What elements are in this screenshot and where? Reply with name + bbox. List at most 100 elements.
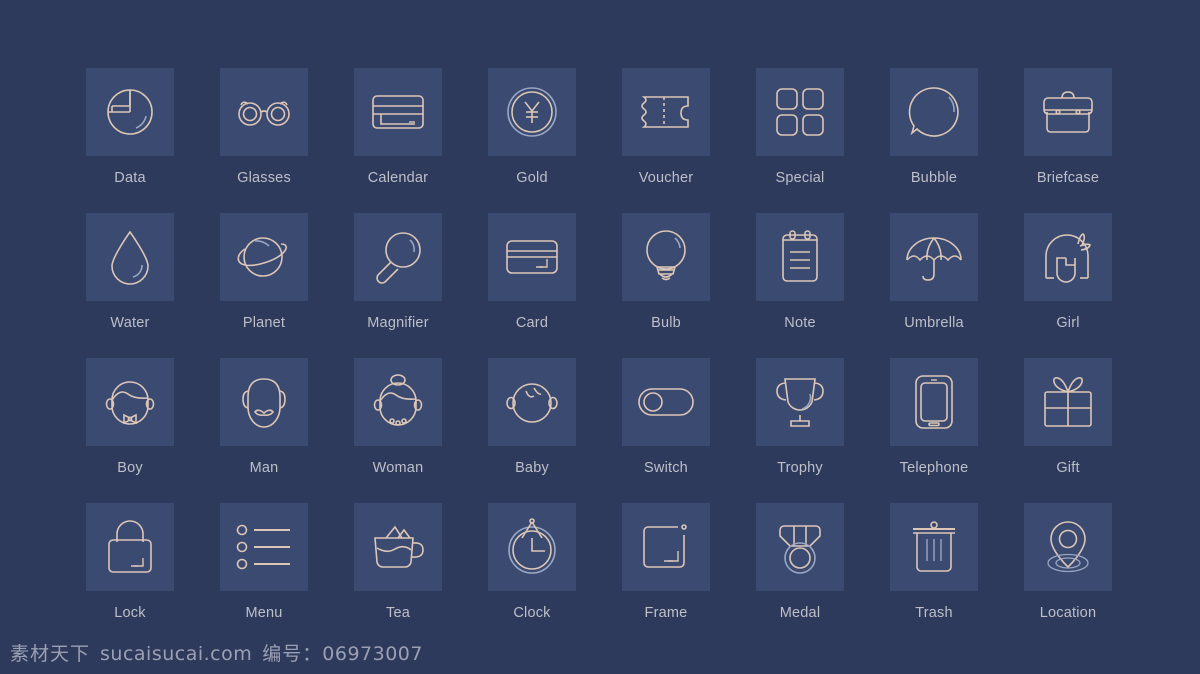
- icon-cell-umbrella[interactable]: Umbrella: [890, 213, 978, 358]
- icon-tile[interactable]: [488, 68, 576, 156]
- icon-label: Water: [110, 315, 150, 331]
- icon-label: Frame: [644, 605, 688, 621]
- icon-cell-calendar[interactable]: Calendar: [354, 68, 442, 213]
- icon-cell-man[interactable]: Man: [220, 358, 308, 503]
- icon-cell-gift[interactable]: Gift: [1024, 358, 1112, 503]
- icon-tile[interactable]: [756, 68, 844, 156]
- watermark-footer: 素材天下 sucaisucai.com 编号：06973007: [10, 639, 423, 666]
- icon-cell-medal[interactable]: Medal: [756, 503, 844, 648]
- icon-label: Switch: [644, 460, 688, 476]
- icon-cell-bulb[interactable]: Bulb: [622, 213, 710, 358]
- icon-cell-tea[interactable]: Tea: [354, 503, 442, 648]
- icon-tile[interactable]: [488, 213, 576, 301]
- icon-tile[interactable]: [890, 358, 978, 446]
- icon-tile[interactable]: [220, 68, 308, 156]
- boy-head-icon: [105, 381, 155, 425]
- icon-label: Telephone: [899, 460, 969, 476]
- icon-cell-trophy[interactable]: Trophy: [756, 358, 844, 503]
- water-drop-icon: [111, 230, 149, 285]
- icon-cell-lock[interactable]: Lock: [86, 503, 174, 648]
- icon-cell-woman[interactable]: Woman: [354, 358, 442, 503]
- watermark-site-url: sucaisucai.com: [100, 643, 253, 665]
- icon-label: Trash: [915, 605, 953, 621]
- icon-cell-location[interactable]: Location: [1024, 503, 1112, 648]
- icon-tile[interactable]: [1024, 358, 1112, 446]
- icon-tile[interactable]: [86, 358, 174, 446]
- icon-tile[interactable]: [756, 213, 844, 301]
- trophy-icon: [776, 378, 824, 427]
- icon-row: Lock Menu Tea Clock Frame Medal Trash Lo…: [86, 503, 1112, 648]
- umbrella-icon: [906, 237, 962, 281]
- icon-cell-card[interactable]: Card: [488, 213, 576, 358]
- icon-tile[interactable]: [890, 68, 978, 156]
- icon-label: Magnifier: [367, 315, 429, 331]
- icon-cell-briefcase[interactable]: Briefcase: [1024, 68, 1112, 213]
- icon-label: Bulb: [651, 315, 681, 331]
- icon-cell-baby[interactable]: Baby: [488, 358, 576, 503]
- icon-cell-note[interactable]: Note: [756, 213, 844, 358]
- icon-label: Man: [249, 460, 279, 476]
- watermark-id-label: 编号：: [262, 643, 323, 665]
- icon-tile[interactable]: [354, 68, 442, 156]
- icon-cell-menu[interactable]: Menu: [220, 503, 308, 648]
- icon-label: Location: [1039, 605, 1097, 621]
- icon-cell-frame[interactable]: Frame: [622, 503, 710, 648]
- icon-cell-boy[interactable]: Boy: [86, 358, 174, 503]
- padlock-icon: [108, 520, 152, 573]
- icon-row: Data Glasses Calendar Gold Voucher Speci…: [86, 68, 1112, 213]
- icon-cell-telephone[interactable]: Telephone: [890, 358, 978, 503]
- icon-tile[interactable]: [756, 503, 844, 591]
- light-bulb-icon: [646, 230, 686, 281]
- icon-tile[interactable]: [354, 213, 442, 301]
- icon-cell-glasses[interactable]: Glasses: [220, 68, 308, 213]
- icon-tile[interactable]: [622, 68, 710, 156]
- icon-tile[interactable]: [890, 503, 978, 591]
- icon-tile[interactable]: [354, 358, 442, 446]
- icon-tile[interactable]: [756, 358, 844, 446]
- icon-cell-clock[interactable]: Clock: [488, 503, 576, 648]
- icon-label: Menu: [245, 605, 283, 621]
- pocket-clock-icon: [508, 518, 556, 574]
- icon-cell-gold[interactable]: Gold: [488, 68, 576, 213]
- icon-tile[interactable]: [622, 358, 710, 446]
- icon-tile[interactable]: [1024, 213, 1112, 301]
- icon-cell-girl[interactable]: Girl: [1024, 213, 1112, 358]
- icon-tile[interactable]: [1024, 503, 1112, 591]
- icon-cell-magnifier[interactable]: Magnifier: [354, 213, 442, 358]
- icon-tile[interactable]: [354, 503, 442, 591]
- icon-tile[interactable]: [220, 503, 308, 591]
- toggle-switch-icon: [638, 388, 694, 416]
- icon-cell-bubble[interactable]: Bubble: [890, 68, 978, 213]
- icon-label: Girl: [1056, 315, 1080, 331]
- icon-label: Baby: [515, 460, 549, 476]
- icon-tile[interactable]: [488, 358, 576, 446]
- icon-label: Special: [775, 170, 825, 186]
- icon-cell-voucher[interactable]: Voucher: [622, 68, 710, 213]
- icon-tile[interactable]: [1024, 68, 1112, 156]
- icon-tile[interactable]: [488, 503, 576, 591]
- icon-label: Note: [784, 315, 816, 331]
- icon-tile[interactable]: [622, 213, 710, 301]
- icon-tile[interactable]: [890, 213, 978, 301]
- icon-cell-data[interactable]: Data: [86, 68, 174, 213]
- watermark-id-value: 06973007: [322, 643, 423, 665]
- icon-cell-water[interactable]: Water: [86, 213, 174, 358]
- tea-cup-icon: [374, 525, 424, 568]
- icon-tile[interactable]: [622, 503, 710, 591]
- icon-label: Clock: [513, 605, 551, 621]
- icon-tile[interactable]: [220, 213, 308, 301]
- icon-cell-trash[interactable]: Trash: [890, 503, 978, 648]
- icon-cell-special[interactable]: Special: [756, 68, 844, 213]
- medal-icon: [779, 525, 821, 574]
- magnifying-glass-icon: [376, 232, 421, 284]
- icon-tile[interactable]: [86, 503, 174, 591]
- icon-tile[interactable]: [86, 213, 174, 301]
- icon-tile[interactable]: [220, 358, 308, 446]
- icon-cell-planet[interactable]: Planet: [220, 213, 308, 358]
- icon-row: Boy Man Woman Baby Switch Trophy Telepho…: [86, 358, 1112, 503]
- woman-head-icon: [373, 374, 423, 426]
- notepad-icon: [782, 230, 818, 282]
- icon-cell-switch[interactable]: Switch: [622, 358, 710, 503]
- icon-tile[interactable]: [86, 68, 174, 156]
- icon-label: Data: [114, 170, 146, 186]
